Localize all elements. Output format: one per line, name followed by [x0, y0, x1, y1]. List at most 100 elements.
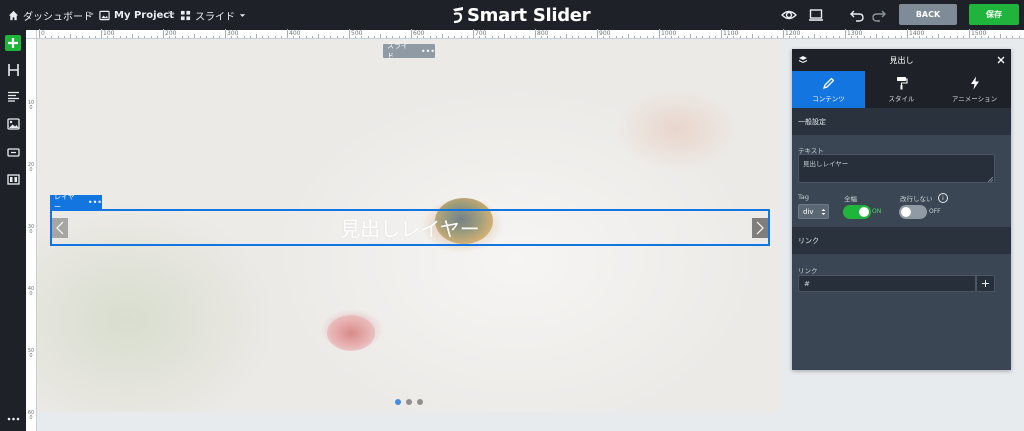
ruler-tick [138, 36, 140, 38]
ruler-tick [380, 34, 381, 38]
ruler-tick [665, 36, 667, 38]
ruler-tick [931, 36, 933, 38]
tab-animation[interactable]: アニメーション [938, 71, 1011, 108]
tag-select[interactable]: div [798, 204, 829, 219]
ruler-tick [913, 36, 915, 38]
ruler-tick [838, 36, 840, 38]
ruler-tick [181, 36, 183, 38]
ruler-tick [801, 36, 803, 38]
slider-bullet[interactable] [395, 399, 401, 405]
ruler-vertical: 100 200 300 400 500 600 [26, 39, 37, 431]
ruler-tick [76, 36, 78, 38]
text-field[interactable]: 見出しレイヤー [798, 154, 995, 183]
ruler-tick [132, 34, 133, 38]
heading-layer-text[interactable]: 見出しレイヤー [52, 211, 768, 244]
logo-text: Smart Slider [467, 4, 591, 26]
info-icon[interactable]: i [938, 193, 948, 203]
close-icon[interactable] [997, 56, 1005, 64]
resize-handle-icon[interactable] [988, 177, 993, 182]
tab-content[interactable]: コンテンツ [792, 71, 865, 108]
ruler-tick [386, 36, 388, 38]
ruler-tick [975, 36, 977, 38]
tab-label: アニメーション [951, 95, 998, 103]
nowrap-state: OFF [929, 208, 941, 215]
ruler-tick [256, 34, 257, 38]
section-link: リンク [792, 227, 1011, 254]
caret-down-icon[interactable] [239, 12, 246, 19]
ruler-tick [714, 36, 716, 38]
ruler-tick [113, 36, 115, 38]
ruler-label: 1300 [847, 30, 863, 37]
breadcrumb-dashboard[interactable]: ダッシュボード [8, 7, 93, 23]
ruler-label: 200 [27, 162, 35, 173]
fullwidth-toggle[interactable] [843, 205, 871, 219]
ruler-tick [962, 36, 964, 38]
nowrap-toggle[interactable] [899, 205, 927, 219]
ruler-tick [262, 36, 264, 38]
breadcrumb-label: ダッシュボード [23, 11, 93, 23]
undo-icon[interactable] [849, 7, 865, 23]
ruler-tick [727, 36, 729, 38]
ruler-tick [671, 36, 673, 38]
ruler-tick [448, 36, 450, 38]
slider-bullet[interactable] [417, 399, 423, 405]
tab-style[interactable]: スタイル [865, 71, 938, 108]
ruler-tick [373, 36, 375, 38]
breadcrumb-slide[interactable]: スライド [180, 7, 246, 23]
button-layer-button[interactable] [5, 144, 21, 160]
ruler-tick [807, 36, 809, 38]
heading-layer-button[interactable] [5, 62, 21, 78]
breadcrumb-project[interactable]: My Project [99, 7, 174, 23]
more-dots-icon [7, 417, 19, 421]
back-button[interactable]: BACK [899, 4, 957, 25]
text-layer-button[interactable] [5, 88, 21, 104]
ruler-tick [516, 36, 518, 38]
ruler-label: 100 [27, 100, 35, 111]
ruler-tick [1000, 34, 1001, 38]
add-layer-button[interactable] [5, 35, 21, 51]
ruler-tick [249, 36, 251, 38]
ruler-tick [361, 36, 363, 38]
ruler-tick [876, 34, 877, 38]
plus-icon [8, 38, 18, 48]
ruler-horizontal: 0 100 200 300 400 500 600 700 800 900 1000 1100 1200… [37, 29, 1024, 39]
slide-tag[interactable]: スライド ••• [383, 42, 435, 60]
link-input[interactable]: # [798, 275, 976, 292]
link-add-button[interactable]: + [976, 275, 995, 292]
ruler-tick [603, 36, 605, 38]
image-icon [6, 118, 20, 130]
slide-more-icon[interactable]: ••• [421, 47, 435, 56]
ruler-tick [547, 36, 549, 38]
ruler-tick [349, 29, 350, 38]
slider-bullets [395, 399, 423, 405]
slider-arrow-next[interactable] [752, 218, 768, 238]
ruler-tick [243, 36, 245, 38]
slider-arrow-previous[interactable] [52, 218, 68, 238]
breadcrumb-separator: > [167, 9, 176, 20]
ruler-tick [795, 36, 797, 38]
grid-icon [180, 10, 191, 20]
ruler-label: 1200 [785, 30, 801, 37]
ruler-tick [572, 36, 574, 38]
ruler-tick [318, 34, 319, 38]
ruler-tick [752, 34, 753, 38]
laptop-icon[interactable] [808, 7, 824, 23]
layer-tag[interactable]: レイヤー ••• [50, 193, 102, 211]
ruler-tick [745, 36, 747, 38]
ruler-tick [522, 36, 524, 38]
slider-bullet[interactable] [406, 399, 412, 405]
heading-layer[interactable]: 見出しレイヤー [50, 209, 770, 246]
image-layer-button[interactable] [5, 116, 21, 132]
structure-layer-button[interactable] [5, 171, 21, 187]
ruler-tick [225, 29, 226, 38]
ruler-tick [107, 36, 109, 38]
layer-more-icon[interactable]: ••• [88, 198, 102, 207]
redo-icon[interactable] [871, 7, 887, 23]
save-button[interactable]: 保存 [969, 4, 1019, 25]
ruler-tick [640, 36, 642, 38]
preview-eye-icon[interactable] [781, 7, 797, 23]
ruler-tick [702, 36, 704, 38]
more-tools-button[interactable] [5, 411, 21, 427]
ruler-tick [646, 36, 648, 38]
ruler-tick [820, 36, 822, 38]
